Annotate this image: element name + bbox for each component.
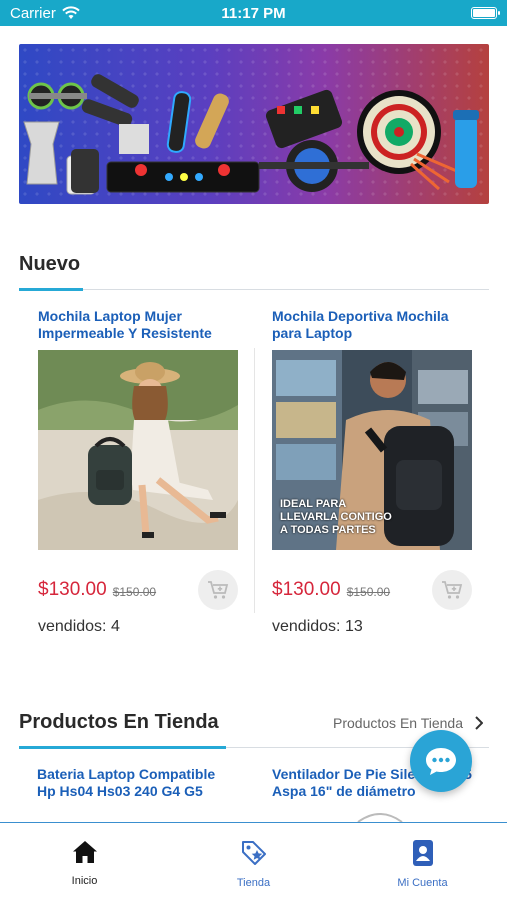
section-accent-bar: [19, 288, 83, 291]
chat-button[interactable]: [410, 730, 472, 792]
carrier-label: Carrier: [10, 4, 56, 22]
nav-label: Tienda: [236, 877, 271, 889]
product-sold-count: vendidos: 13: [272, 618, 363, 635]
nav-item-inicio[interactable]: Inicio: [0, 823, 169, 900]
promo-banner[interactable]: [19, 44, 489, 204]
chevron-right-icon: [475, 716, 483, 730]
nav-item-tienda[interactable]: Tienda: [169, 823, 338, 900]
nav-item-mi-cuenta[interactable]: Mi Cuenta: [338, 823, 507, 900]
cart-icon: [208, 581, 229, 599]
bottom-nav: Inicio Tienda Mi Cuenta: [0, 822, 507, 900]
banner-products-image: [23, 74, 479, 195]
product-old-price: $150.00: [112, 585, 157, 599]
section-title-new: Nuevo: [19, 253, 81, 275]
status-bar: Carrier 11:17 PM: [0, 0, 507, 26]
cart-icon: [442, 581, 463, 599]
product-price: $130.00: [38, 579, 107, 600]
add-to-cart-button[interactable]: [432, 570, 472, 610]
wifi-icon: [62, 6, 80, 19]
product-card[interactable]: Mochila Laptop Mujer Impermeable Y Resis…: [38, 308, 238, 638]
product-title[interactable]: Mochila Deportiva Mochila para Laptop: [272, 308, 472, 346]
product-image-partial: [357, 813, 403, 822]
product-title[interactable]: Bateria Laptop Compatible Hp Hs04 Hs03 2…: [37, 766, 237, 804]
see-all-label: Productos En Tienda: [333, 715, 463, 731]
product-price: $130.00: [272, 579, 341, 600]
home-icon: [72, 841, 97, 863]
image-caption: IDEAL PARA LLEVARLA CONTIGO A TODAS PART…: [280, 498, 392, 536]
tag-icon: [241, 841, 266, 865]
nav-label: Mi Cuenta: [397, 877, 448, 889]
card-divider: [254, 348, 255, 613]
chat-bubble-icon: [426, 748, 456, 775]
see-all-link[interactable]: Productos En Tienda: [333, 715, 483, 731]
product-sold-count: vendidos: 4: [38, 618, 120, 635]
product-card[interactable]: Mochila Deportiva Mochila para Laptop ID…: [272, 308, 472, 638]
nav-label: Inicio: [71, 875, 98, 887]
battery-icon: [471, 7, 500, 19]
product-title[interactable]: Mochila Laptop Mujer Impermeable Y Resis…: [38, 308, 238, 346]
account-icon: [412, 840, 433, 866]
product-image[interactable]: IDEAL PARA LLEVARLA CONTIGO A TODAS PART…: [272, 350, 472, 550]
product-image[interactable]: [38, 350, 238, 550]
section-title-store: Productos En Tienda: [19, 711, 219, 733]
product-card[interactable]: Bateria Laptop Compatible Hp Hs04 Hs03 2…: [37, 766, 237, 822]
section-divider: [19, 289, 489, 290]
product-old-price: $150.00: [346, 585, 391, 599]
add-to-cart-button[interactable]: [198, 570, 238, 610]
section-accent-bar: [19, 746, 226, 749]
